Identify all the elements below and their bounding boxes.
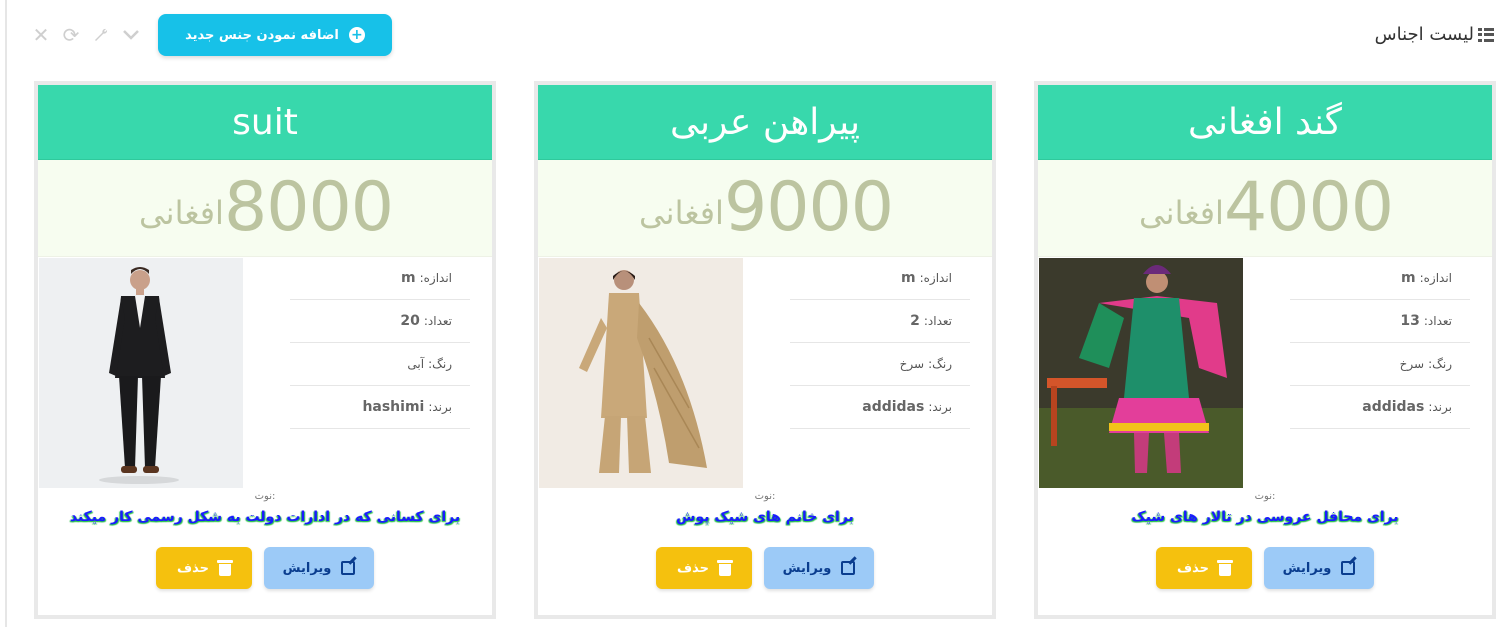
spec-value: 13: [1400, 313, 1420, 329]
spec-color: رنگ: آبی: [290, 343, 470, 386]
spec-label: تعداد:: [1423, 314, 1452, 328]
edit-button[interactable]: ویرایش: [264, 547, 374, 589]
edit-label: ویرایش: [782, 560, 832, 576]
chevron-down-icon[interactable]: [120, 24, 142, 46]
note-text: برای کسانی که در ادارات دولت به شکل رسمی…: [69, 509, 461, 525]
note-text: برای خانم های شیک پوش: [676, 509, 854, 525]
spec-value: m: [400, 270, 416, 286]
list-icon: [1478, 27, 1494, 42]
spec-label: برند:: [428, 400, 452, 414]
spec-label: رنگ:: [928, 357, 952, 371]
trash-icon: [1217, 560, 1233, 576]
product-card: گند افغانی افغانی 4000 اندازه: m تعداد: …: [1034, 81, 1496, 619]
price-value: 9000: [723, 168, 894, 247]
specs-list: اندازه: m تعداد: 20 رنگ: آبی برند: hashimi: [290, 257, 470, 429]
spec-color: رنگ: سرخ: [1290, 343, 1470, 386]
spec-count: تعداد: 20: [290, 300, 470, 343]
spec-label: برند:: [928, 400, 952, 414]
spec-brand: برند: hashimi: [290, 386, 470, 429]
price-box: افغانی 4000: [1038, 160, 1492, 257]
delete-label: حذف: [177, 560, 209, 576]
plus-circle-icon: +: [348, 27, 365, 43]
spec-label: رنگ:: [1428, 357, 1452, 371]
spec-color: رنگ: سرخ: [790, 343, 970, 386]
delete-label: حذف: [677, 560, 709, 576]
page-title-text: لیست اجناس: [1374, 24, 1474, 45]
page-title: لیست اجناس: [1375, 24, 1494, 45]
note-label: نوت:: [254, 491, 276, 502]
delete-button[interactable]: حذف: [1156, 547, 1252, 589]
refresh-icon[interactable]: ⟳: [60, 23, 82, 47]
edit-icon: [341, 561, 356, 575]
product-photo: [539, 258, 743, 488]
price-value: 4000: [1223, 168, 1394, 247]
spec-value: hashimi: [362, 399, 425, 415]
spec-value: 2: [910, 313, 920, 329]
spec-size: اندازه: m: [790, 257, 970, 300]
spec-label: اندازه:: [1419, 271, 1452, 285]
price-currency: افغانی: [638, 194, 724, 232]
spec-value: 20: [400, 313, 420, 329]
product-photo: [1039, 258, 1243, 488]
toolbar: ✕ ⟳ + اضافه نمودن جنس جدید: [30, 14, 392, 56]
product-name: پیراهن عربی: [538, 85, 992, 160]
price-box: افغانی 8000: [38, 160, 492, 257]
edit-icon: [841, 561, 856, 575]
spec-label: تعداد:: [423, 314, 452, 328]
delete-label: حذف: [1177, 560, 1209, 576]
product-name: گند افغانی: [1038, 85, 1492, 160]
product-photo: [39, 258, 243, 488]
spec-label: اندازه:: [419, 271, 452, 285]
spec-count: تعداد: 13: [1290, 300, 1470, 343]
add-item-button[interactable]: + اضافه نمودن جنس جدید: [158, 14, 392, 56]
trash-icon: [717, 560, 733, 576]
spec-size: اندازه: m: [1290, 257, 1470, 300]
close-icon[interactable]: ✕: [30, 23, 52, 47]
spec-value: آبی: [407, 357, 425, 371]
price-currency: افغانی: [1138, 194, 1224, 232]
edit-button[interactable]: ویرایش: [1264, 547, 1374, 589]
spec-brand: برند: addidas: [790, 386, 970, 429]
edit-button[interactable]: ویرایش: [764, 547, 874, 589]
spec-value: addidas: [862, 399, 925, 415]
spec-value: m: [1400, 270, 1416, 286]
spec-value: سرخ: [1399, 357, 1425, 371]
spec-size: اندازه: m: [290, 257, 470, 300]
trash-icon: [217, 560, 233, 576]
product-name: suit: [38, 85, 492, 160]
specs-list: اندازه: m تعداد: 13 رنگ: سرخ برند: addidas: [1290, 257, 1470, 429]
add-item-label: اضافه نمودن جنس جدید: [185, 27, 339, 43]
price-value: 8000: [223, 168, 394, 247]
edit-label: ویرایش: [1282, 560, 1332, 576]
spec-count: تعداد: 2: [790, 300, 970, 343]
spec-label: برند:: [1428, 400, 1452, 414]
delete-button[interactable]: حذف: [656, 547, 752, 589]
edit-label: ویرایش: [282, 560, 332, 576]
edit-icon: [1341, 561, 1356, 575]
spec-label: تعداد:: [923, 314, 952, 328]
delete-button[interactable]: حذف: [156, 547, 252, 589]
spec-brand: برند: addidas: [1290, 386, 1470, 429]
specs-list: اندازه: m تعداد: 2 رنگ: سرخ برند: addidas: [790, 257, 970, 429]
product-card: suit افغانی 8000 اندازه: m تعداد: 20 رنگ…: [34, 81, 496, 619]
product-card: پیراهن عربی افغانی 9000 اندازه: m تعداد: 2…: [534, 81, 996, 619]
price-box: افغانی 9000: [538, 160, 992, 257]
left-border: [5, 0, 7, 627]
note-label: نوت:: [754, 491, 776, 502]
wrench-icon[interactable]: [90, 24, 112, 46]
spec-value: m: [900, 270, 916, 286]
note-text: برای محافل عروسی در تالار های شیک: [1131, 509, 1399, 525]
spec-label: اندازه:: [919, 271, 952, 285]
spec-label: رنگ:: [428, 357, 452, 371]
note-label: نوت:: [1254, 491, 1276, 502]
spec-value: addidas: [1362, 399, 1425, 415]
price-currency: افغانی: [138, 194, 224, 232]
spec-value: سرخ: [899, 357, 925, 371]
